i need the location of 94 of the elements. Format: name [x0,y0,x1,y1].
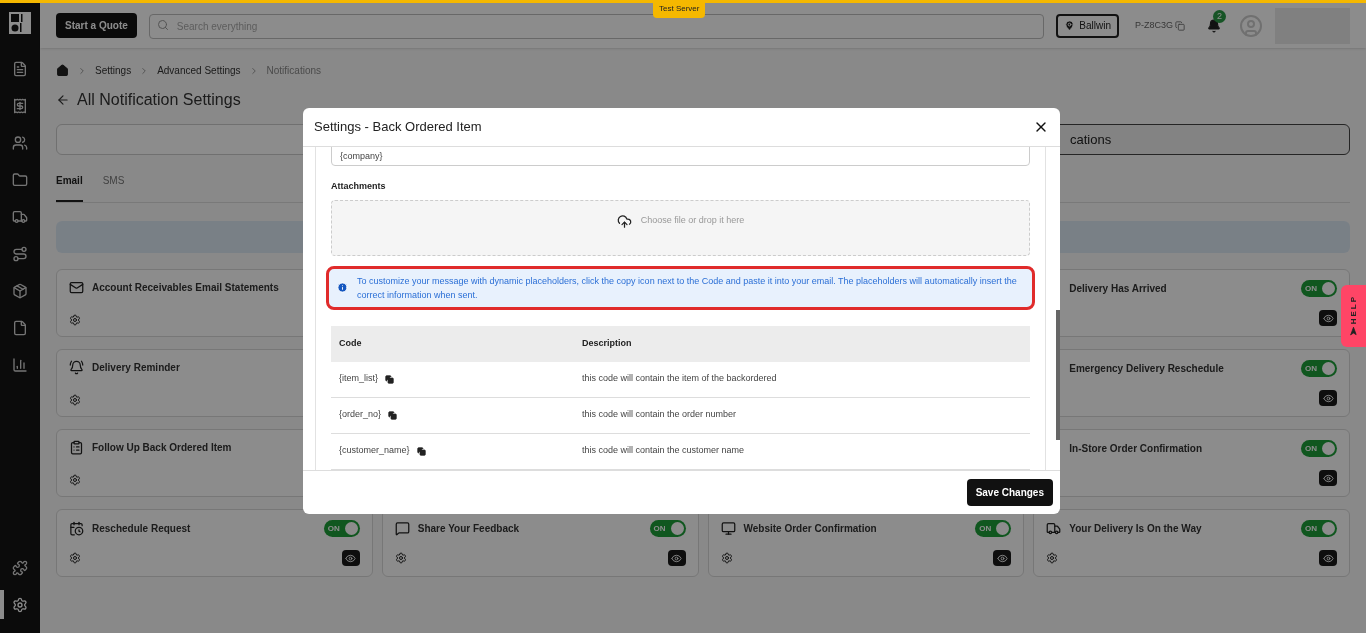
dialog-title: Settings - Back Ordered Item [314,118,482,137]
eye-button[interactable] [1319,550,1337,566]
code-cell: {customer_name} [339,444,410,458]
save-changes-button[interactable]: Save Changes [966,479,1053,506]
toggle-switch[interactable]: ON [323,520,360,537]
info-text: To customize your message with dynamic placeholders, click the copy icon next to the Code and paste it into your email. The placeholders will automatically insert the correct information when sent. [357,274,1018,302]
bell-icon [69,360,84,375]
code-cell: {order_no} [339,408,382,422]
file-dropzone[interactable]: Choose file or drop it here [331,199,1030,256]
card-title: In-Store Order Confirmation [1069,442,1203,456]
card-title: Share Your Feedback [417,522,520,536]
channel-tab[interactable]: SMS [102,173,125,202]
card-title: Your Delivery Is On the Way [1069,522,1202,536]
card-title: Delivery Has Arrived [1069,282,1167,296]
toggle-switch[interactable]: ON [649,520,686,537]
copy-icon[interactable] [416,446,426,456]
eye-icon [1322,392,1334,404]
channel-tab[interactable]: Email [56,173,83,202]
page-title: All Notification Settings [77,90,241,110]
notification-badge: 2 [1213,9,1226,23]
breadcrumb-link[interactable]: Advanced Settings [157,63,241,78]
info-icon [337,282,348,293]
cloud-upload-icon [616,213,632,229]
clipboard-icon [69,440,84,455]
mail-icon [69,280,84,295]
receipt-icon[interactable] [12,97,28,114]
attachments-label: Attachments [331,180,387,193]
eye-icon [1322,472,1334,484]
toggle-switch[interactable]: ON [1301,280,1337,297]
truck-icon [1046,521,1062,536]
description-cell-text: this code will contain the item of the backordered [582,372,778,386]
settings-icon[interactable] [720,552,733,564]
store-code: P-Z8C3G [1135,18,1173,32]
dropzone-text: Choose file or drop it here [640,213,745,227]
toggle-switch[interactable]: ON [1301,520,1337,537]
card-title: Website Order Confirmation [743,522,877,536]
card-title: Delivery Reminder [92,361,180,375]
card-title: Follow Up Back Ordered Item [92,441,232,455]
help-tab[interactable]: HELP [1341,285,1366,347]
calendar-icon [69,521,84,536]
document-icon[interactable] [12,319,28,336]
settings-icon[interactable] [69,314,81,326]
chevron-icon [77,65,87,76]
search-icon [156,18,169,31]
logo-icon[interactable] [9,12,31,34]
monitor-icon [720,521,736,536]
description-cell-text: this code will contain the order number [582,408,738,422]
users-icon[interactable] [12,134,28,151]
quote-icon[interactable] [12,60,28,77]
home-icon[interactable] [56,64,69,77]
scrollbar-thumb[interactable] [1056,310,1060,440]
location-pin-icon [1064,20,1076,31]
settings-icon[interactable] [69,552,81,564]
card-title: Reschedule Request [92,522,191,536]
eye-icon [1322,312,1334,324]
chart-icon[interactable] [12,356,28,373]
eye-button[interactable] [341,550,360,566]
truck-icon[interactable] [12,208,28,225]
toggle-switch[interactable]: ON [975,520,1012,537]
description-cell-text: this code will contain the customer name [582,444,746,458]
eye-button[interactable] [993,550,1012,566]
bell-icon[interactable] [1207,18,1221,33]
location-button[interactable]: Ballwin [1056,13,1119,38]
eye-icon [1322,552,1334,564]
card-title: Account Receivables Email Statements [92,281,279,295]
start-quote-button[interactable]: Start a Quote [56,13,137,38]
settings-icon[interactable] [394,552,407,564]
breadcrumb-link[interactable]: Settings [95,63,132,78]
eye-button[interactable] [667,550,686,566]
column-header: Description [582,336,633,350]
folder-icon[interactable] [12,171,28,188]
copy-icon[interactable] [385,374,395,384]
eye-button[interactable] [1319,310,1337,326]
settings-icon[interactable] [69,394,81,406]
eye-icon [996,552,1008,564]
code-cell: {item_list} [339,372,379,386]
package-icon[interactable] [12,282,28,299]
eye-icon [671,552,682,564]
message-icon [394,521,410,536]
card-title: Emergency Delivery Reschedule [1069,362,1224,376]
eye-button[interactable] [1319,470,1337,486]
toggle-switch[interactable]: ON [1301,440,1337,457]
column-header: Code [338,336,363,350]
settings-icon[interactable] [69,474,81,486]
eye-button[interactable] [1319,390,1337,406]
route-icon[interactable] [12,245,28,262]
company-field[interactable]: {company} [331,147,1030,166]
eye-icon [345,552,357,564]
copy-icon[interactable] [388,410,398,420]
toggle-switch[interactable]: ON [1301,360,1337,377]
settings-icon[interactable] [1046,552,1059,564]
server-tag: Test Server [653,0,706,18]
puzzle-icon[interactable] [12,559,28,576]
segment-label: cations [1070,130,1112,149]
